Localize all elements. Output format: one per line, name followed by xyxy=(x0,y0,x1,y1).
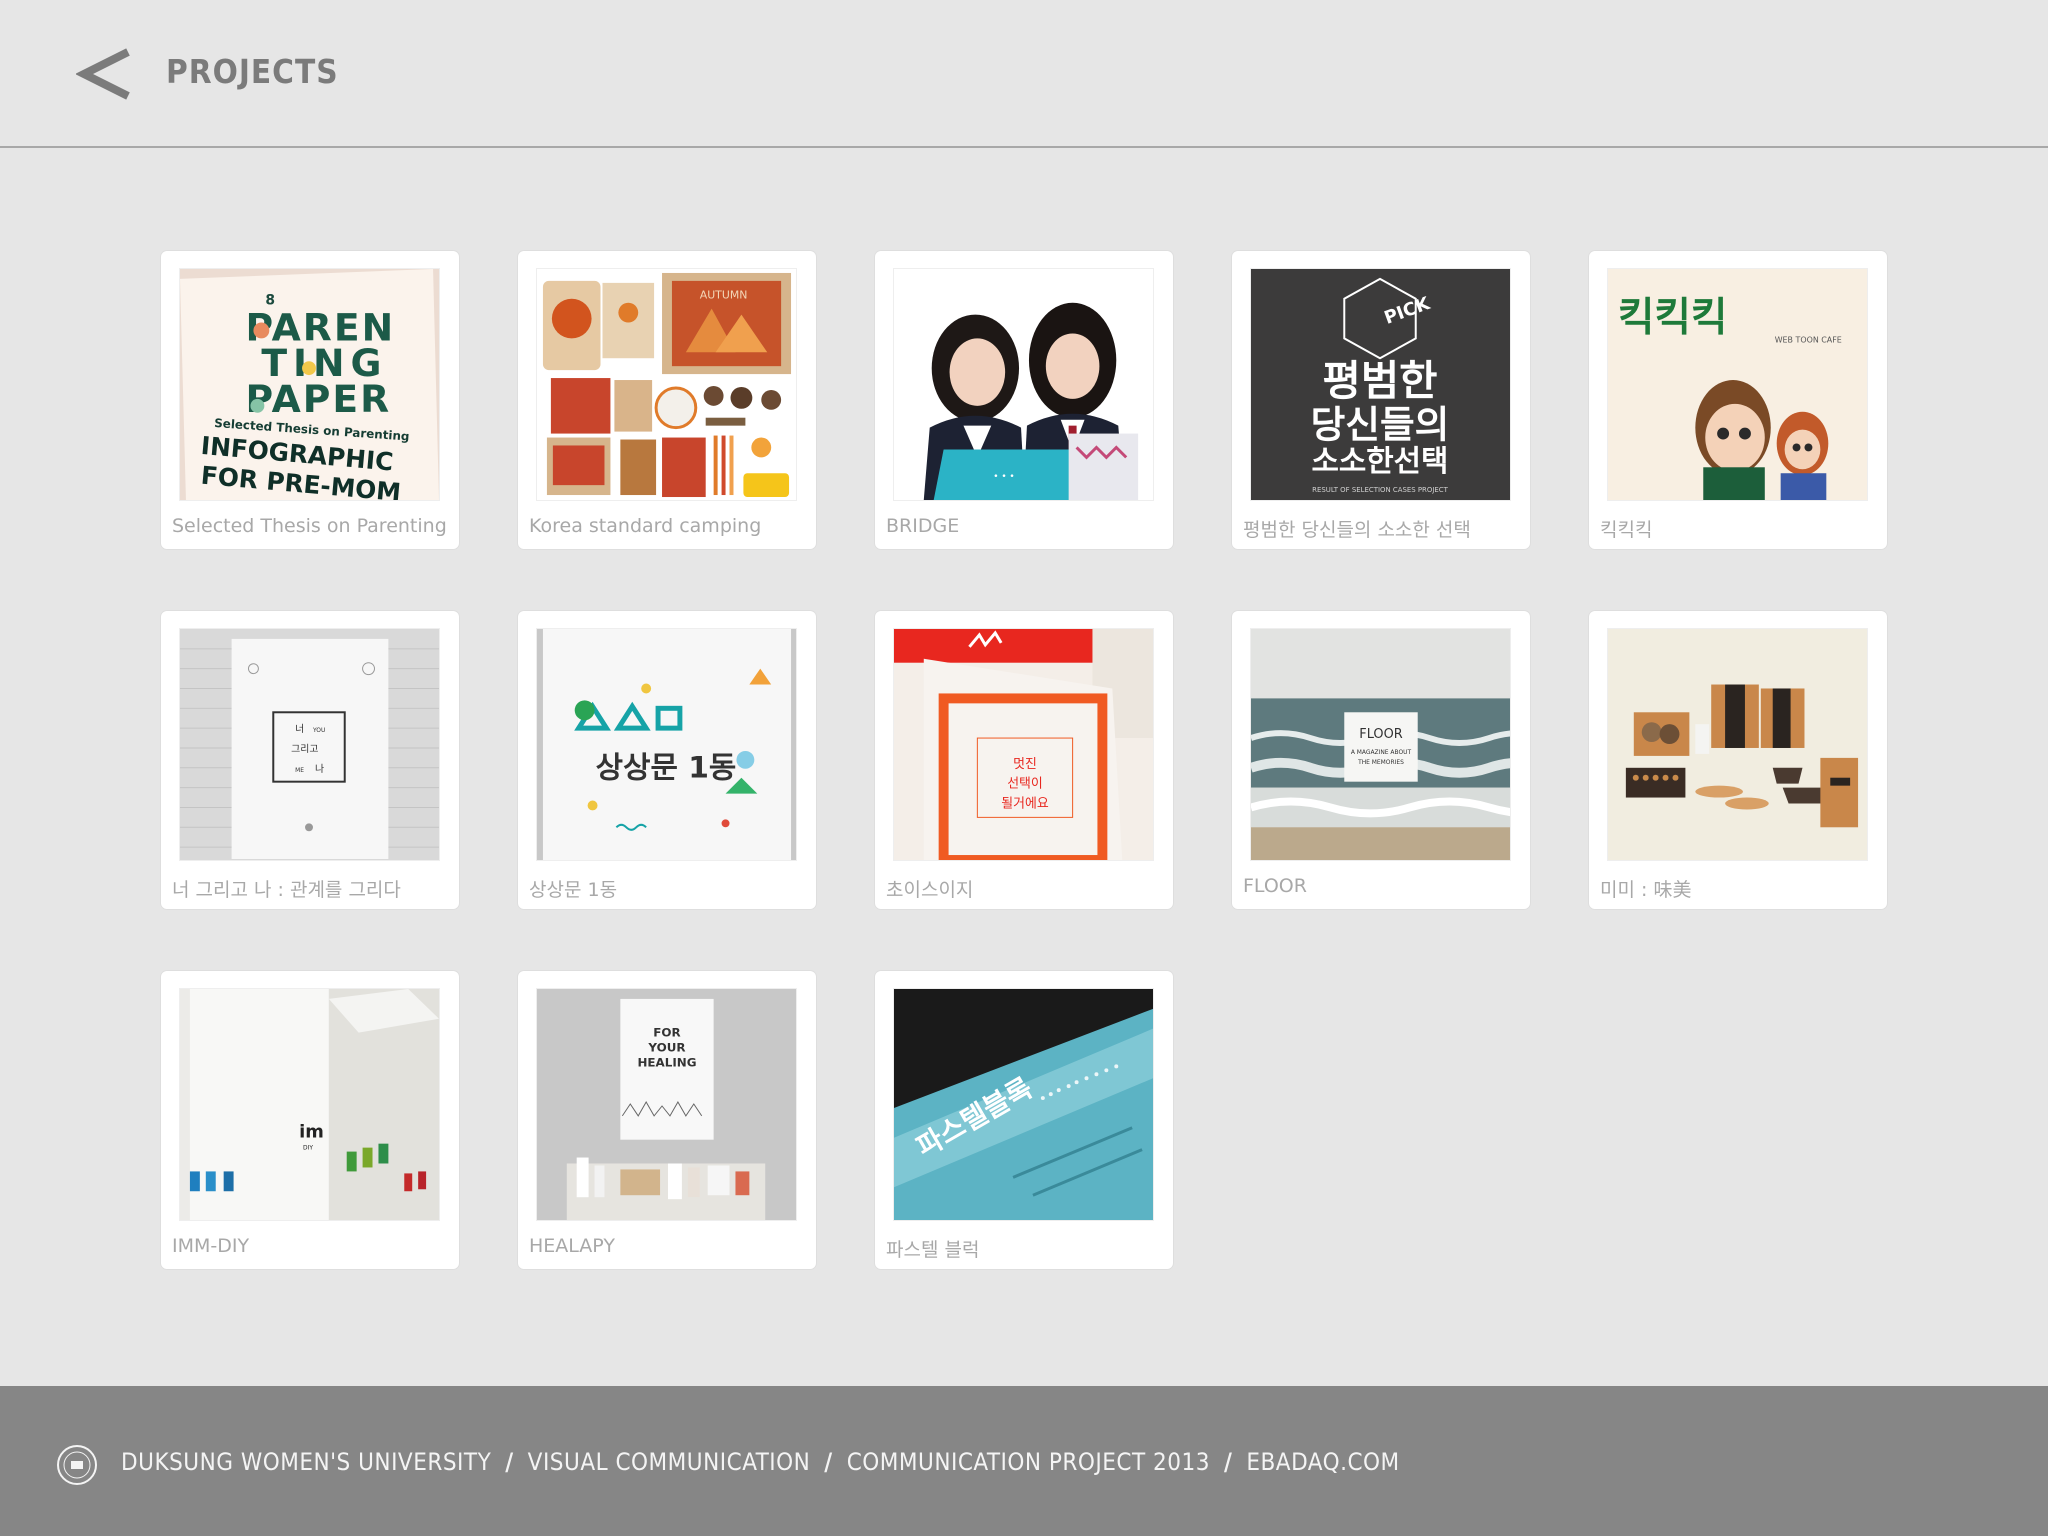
project-card-pastel-block[interactable]: 파스텔블록 파스텔 블럭 xyxy=(875,971,1173,1269)
project-card-parenting[interactable]: 8 PAREN TING PAPER Selected Thesis on Pa… xyxy=(161,251,459,549)
svg-text:그리고: 그리고 xyxy=(291,743,318,755)
project-card-kikkik[interactable]: 킥킥킥 WEB TOON CAFE 킥킥킥 xyxy=(1589,251,1887,549)
svg-text:THE MEMORIES: THE MEMORIES xyxy=(1357,759,1404,766)
svg-text:평범한: 평범한 xyxy=(1323,356,1438,405)
svg-text:A MAGAZINE ABOUT: A MAGAZINE ABOUT xyxy=(1351,749,1412,756)
svg-text:HEALING: HEALING xyxy=(637,1055,696,1069)
project-thumbnail: 킥킥킥 WEB TOON CAFE xyxy=(1607,268,1868,501)
svg-text:• • •: • • • xyxy=(993,472,1014,482)
svg-text:선택이: 선택이 xyxy=(1007,777,1043,792)
project-card-healapy[interactable]: FOR YOUR HEALING HEALAPY xyxy=(518,971,816,1269)
project-caption: 파스텔 블럭 xyxy=(886,1239,980,1261)
project-card-bridge[interactable]: • • • BRIDGE xyxy=(875,251,1173,549)
footer-department: VISUAL COMMUNICATION xyxy=(527,1448,811,1476)
svg-text:상상문 1동: 상상문 1동 xyxy=(596,751,737,786)
svg-text:FOR: FOR xyxy=(653,1026,680,1040)
project-caption: 초이스이지 xyxy=(886,879,974,901)
svg-text:ME: ME xyxy=(295,767,304,774)
footer-separator: / xyxy=(505,1448,514,1476)
footer-separator: / xyxy=(824,1448,833,1476)
project-thumbnail: 멋진 선택이 될거에요 xyxy=(893,628,1154,861)
footer-project: COMMUNICATION PROJECT 2013 xyxy=(846,1448,1210,1476)
project-thumbnail xyxy=(1607,628,1868,861)
svg-text:DIY: DIY xyxy=(303,1145,313,1152)
svg-text:FLOOR: FLOOR xyxy=(1359,727,1402,742)
project-card-camping[interactable]: AUTUMN Korea standard camping xyxy=(518,251,816,549)
page-title: PROJECTS xyxy=(166,52,339,91)
svg-text:당신들의: 당신들의 xyxy=(1311,403,1450,447)
project-card-floor[interactable]: FLOOR A MAGAZINE ABOUT THE MEMORIES FLOO… xyxy=(1232,611,1530,909)
svg-text:멋진: 멋진 xyxy=(1013,757,1037,772)
svg-text:소소한선택: 소소한선택 xyxy=(1312,444,1449,479)
project-caption: Korea standard camping xyxy=(529,515,762,537)
project-thumbnail: 상상문 1동 xyxy=(536,628,797,861)
project-caption: Selected Thesis on Parenting xyxy=(172,515,447,537)
svg-text:너: 너 xyxy=(295,723,304,735)
project-caption: 평범한 당신들의 소소한 선택 xyxy=(1243,519,1471,541)
svg-text:나: 나 xyxy=(315,763,324,775)
project-caption: 상상문 1동 xyxy=(529,879,618,901)
project-card-imm-diy[interactable]: im DIY IMM-DIY xyxy=(161,971,459,1269)
project-thumbnail: 파스텔블록 xyxy=(893,988,1154,1221)
svg-text:RESULT OF SELECTION CASES PROJ: RESULT OF SELECTION CASES PROJECT xyxy=(1312,486,1448,494)
project-caption: BRIDGE xyxy=(886,515,960,537)
svg-text:YOUR: YOUR xyxy=(647,1040,685,1054)
svg-text:PAPER: PAPER xyxy=(245,377,391,421)
project-card-sangsangmun[interactable]: 상상문 1동 상상문 1동 xyxy=(518,611,816,909)
university-seal-icon xyxy=(56,1444,98,1486)
footer-bar: DUKSUNG WOMEN'S UNIVERSITY / VISUAL COMMUN… xyxy=(0,1386,2048,1536)
project-caption: 킥킥킥 xyxy=(1600,519,1653,541)
chevron-left-icon xyxy=(75,48,130,100)
svg-text:될거에요: 될거에요 xyxy=(1001,796,1049,811)
project-card-you-and-me[interactable]: 너 YOU 그리고 ME 나 너 그리고 나 : 관계를 그리다 xyxy=(161,611,459,909)
project-card-pick[interactable]: PICK 평범한 당신들의 소소한선택 RESULT OF SELECTION … xyxy=(1232,251,1530,549)
project-thumbnail: im DIY xyxy=(179,988,440,1221)
footer-separator: / xyxy=(1223,1448,1233,1476)
footer-website-link[interactable]: EBADAQ.COM xyxy=(1246,1448,1399,1476)
project-thumbnail: FOR YOUR HEALING xyxy=(536,988,797,1221)
project-thumbnail: AUTUMN xyxy=(536,268,797,501)
project-card-choice-easy[interactable]: 멋진 선택이 될거에요 초이스이지 xyxy=(875,611,1173,909)
project-thumbnail: PICK 평범한 당신들의 소소한선택 RESULT OF SELECTION … xyxy=(1250,268,1511,501)
svg-text:WEB TOON CAFE: WEB TOON CAFE xyxy=(1775,335,1842,344)
project-thumbnail: • • • xyxy=(893,268,1154,501)
project-card-mimi[interactable]: 미미 : 味美 xyxy=(1589,611,1887,909)
back-button[interactable] xyxy=(75,46,136,102)
project-caption: 미미 : 味美 xyxy=(1600,879,1692,901)
project-thumbnail: 8 PAREN TING PAPER Selected Thesis on Pa… xyxy=(179,268,440,501)
project-thumbnail: 너 YOU 그리고 ME 나 xyxy=(179,628,440,861)
project-thumbnail: FLOOR A MAGAZINE ABOUT THE MEMORIES xyxy=(1250,628,1511,861)
svg-text:킥킥킥: 킥킥킥 xyxy=(1618,294,1728,340)
svg-text:im: im xyxy=(299,1122,324,1143)
project-caption: FLOOR xyxy=(1243,875,1307,897)
footer-credits: DUKSUNG WOMEN'S UNIVERSITY / VISUAL COMMUN… xyxy=(121,1448,1400,1476)
project-caption: IMM-DIY xyxy=(172,1235,250,1257)
svg-text:YOU: YOU xyxy=(312,727,325,734)
footer-university: DUKSUNG WOMEN'S UNIVERSITY xyxy=(121,1448,492,1476)
header-bar: PROJECTS xyxy=(0,0,2048,148)
project-caption: HEALAPY xyxy=(529,1235,615,1257)
project-caption: 너 그리고 나 : 관계를 그리다 xyxy=(172,879,401,901)
svg-text:AUTUMN: AUTUMN xyxy=(700,289,748,302)
